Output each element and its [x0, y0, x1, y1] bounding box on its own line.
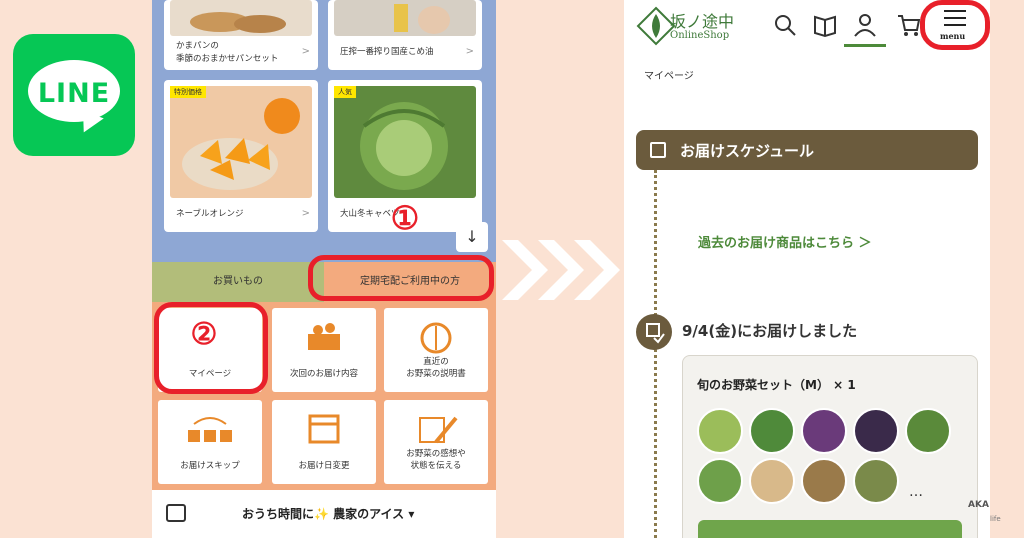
- tile-skip-delivery[interactable]: お届けスキップ: [158, 400, 262, 484]
- vegetable-thumbnail: [749, 458, 795, 504]
- order-card: 旬のお野菜セット（M） × 1 …: [682, 355, 978, 538]
- how-to-use-button[interactable]: [698, 520, 962, 538]
- transition-arrows: [502, 240, 620, 300]
- product-card[interactable]: 特別価格 ネーブルオレンジ >: [164, 80, 318, 232]
- vegetable-thumbnail: [697, 458, 743, 504]
- vegetable-thumbnail: [749, 408, 795, 454]
- delivery-schedule-header: お届けスケジュール: [636, 130, 978, 170]
- vegetable-thumbnail: [801, 408, 847, 454]
- popular-badge: 人気: [334, 86, 356, 98]
- line-rich-menu-screen: かまパンの 季節のおまかせパンセット > 圧搾一番搾り国産こめ油 > 特別価格 …: [152, 0, 496, 538]
- orange-image: [170, 86, 312, 198]
- product-caption: かまパンの 季節のおまかせパンセット: [176, 41, 279, 64]
- product-card[interactable]: 圧搾一番搾り国産こめ油 >: [328, 0, 482, 70]
- tab-shopping[interactable]: お買いもの: [152, 262, 324, 302]
- onion-icon: [384, 320, 488, 354]
- product-feed: かまパンの 季節のおまかせパンセット > 圧搾一番搾り国産こめ油 > 特別価格 …: [152, 0, 496, 262]
- rich-menu-footer[interactable]: おうち時間に✨ 農家のアイス ▾: [152, 490, 496, 538]
- tile-label: 直近の お野菜の説明書: [406, 357, 466, 379]
- search-icon[interactable]: [772, 12, 798, 38]
- pen-feedback-icon: [384, 412, 488, 446]
- tile-label: 次回のお届け内容: [289, 369, 358, 379]
- tile-change-date[interactable]: お届け日変更: [272, 400, 376, 484]
- vegetable-thumbnail: [853, 408, 899, 454]
- box-vegetables-icon: [272, 320, 376, 354]
- highlight-menu-button: [920, 0, 990, 50]
- chevron-right-icon: >: [301, 208, 310, 219]
- tab-shopping-label: お買いもの: [213, 276, 263, 287]
- watermark: AKA: [968, 500, 989, 510]
- scroll-down-button[interactable]: ↓: [456, 222, 488, 252]
- watermark-sub: life: [990, 515, 1001, 523]
- calendar-icon: [650, 142, 666, 158]
- product-caption: 圧搾一番搾り国産こめ油: [340, 47, 434, 57]
- tile-label: お届けスキップ: [180, 461, 240, 471]
- tile-label: お野菜の感想や 状態を伝える: [406, 449, 466, 471]
- delivered-box-icon: [636, 314, 672, 350]
- shop-name: 坂ノ途中: [670, 12, 735, 31]
- tile-next-delivery[interactable]: 次回のお届け内容: [272, 308, 376, 392]
- online-shop-mypage-screen: 坂ノ途中 OnlineShop menu マイページ お届けスケジュール 過去の…: [624, 0, 990, 538]
- breadcrumb: マイページ: [644, 71, 694, 82]
- special-price-badge: 特別価格: [170, 86, 206, 98]
- active-tab-indicator: [844, 44, 886, 47]
- vegetable-thumbnail: [853, 458, 899, 504]
- vegetable-thumbnail: [801, 458, 847, 504]
- order-title: 旬のお野菜セット（M） × 1: [697, 378, 856, 392]
- more-items-indicator: …: [909, 484, 923, 500]
- line-app-logo: LINE: [13, 34, 135, 156]
- bread-image: [170, 0, 312, 36]
- line-logo-text: LINE: [37, 78, 111, 109]
- account-icon[interactable]: [852, 12, 878, 38]
- vegetable-thumbnail: [905, 408, 951, 454]
- shop-subtitle: OnlineShop: [670, 30, 730, 41]
- footer-label: おうち時間に✨ 農家のアイス ▾: [242, 507, 415, 521]
- schedule-title: お届けスケジュール: [680, 142, 814, 160]
- cart-icon[interactable]: [896, 12, 922, 38]
- timeline-line: [654, 170, 657, 538]
- vegetable-thumbnail: [697, 408, 743, 454]
- past-deliveries-link[interactable]: 過去のお届け商品はこちら ＞: [698, 232, 872, 251]
- keyboard-icon[interactable]: [166, 504, 186, 522]
- highlight-subscriber-tab: [308, 255, 494, 301]
- calendar-icon: [272, 412, 376, 446]
- cabbage-image: [334, 86, 476, 198]
- product-card[interactable]: かまパンの 季節のおまかせパンセット >: [164, 0, 318, 70]
- tile-label: お届け日変更: [298, 461, 350, 471]
- arrow-down-icon: ↓: [465, 227, 479, 246]
- skip-boxes-icon: [158, 412, 262, 446]
- tile-feedback[interactable]: お野菜の感想や 状態を伝える: [384, 400, 488, 484]
- oil-image: [334, 0, 476, 36]
- product-caption: ネーブルオレンジ: [176, 209, 244, 219]
- delivery-date: 9/4(金)にお届けしました: [682, 322, 858, 340]
- book-icon[interactable]: [812, 12, 838, 38]
- tile-veg-manual[interactable]: 直近の お野菜の説明書: [384, 308, 488, 392]
- chevron-right-icon: >: [301, 46, 310, 57]
- step-2-marker: ②: [190, 317, 218, 352]
- chevron-right-icon: >: [465, 46, 474, 57]
- step-1-marker: ①: [390, 199, 420, 237]
